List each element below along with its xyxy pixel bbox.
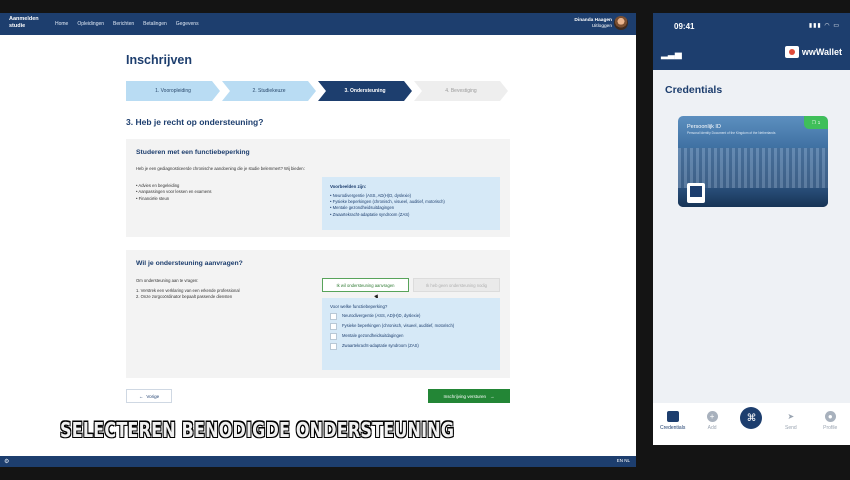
checkbox[interactable]	[330, 313, 337, 320]
section-title: 3. Heb je recht op ondersteuning?	[126, 117, 264, 127]
video-caption: SELECTEREN BENODIGDE ONDERSTEUNING	[60, 418, 455, 442]
list-item: • Financiële steun	[136, 195, 170, 201]
request-steps: 1. Verstrek een verklaring van een erken…	[136, 288, 316, 301]
step-bevestiging: 4. Bevestiging	[414, 81, 508, 101]
top-navigation-bar: Aanmelden studie Home Opleidingen Berich…	[0, 13, 636, 35]
wallet-icon	[666, 411, 679, 422]
wallet-header: 09:41 ▮▮▮ ◠ ▭ ▂▃▅ wwWallet	[653, 13, 850, 70]
option-label: Fysieke beperkingen (chronisch, visueel,…	[342, 323, 455, 328]
step-studiekeuze[interactable]: 2. Studiekeuze	[222, 81, 316, 101]
logout-link[interactable]: Uitloggen	[574, 24, 612, 30]
option-label: Neurodivergentie (ASS, AD(H)D, dyslexie)	[342, 313, 421, 318]
request-support-button[interactable]: Ik wil ondersteuning aanvragen	[322, 278, 409, 292]
app-name: wwWallet	[801, 47, 842, 57]
qr-scan-icon: ⌘	[740, 407, 763, 429]
credential-count-badge: ❐ 1	[804, 116, 828, 129]
send-icon: ➤	[787, 412, 795, 421]
passport-icon	[687, 183, 705, 203]
tab-credentials[interactable]: Credentials	[656, 411, 690, 431]
disability-info-card: Studeren met een functiebeperking Heb je…	[126, 139, 510, 237]
request-support-card: Wil je ondersteuning aanvragen? Om onder…	[126, 250, 510, 378]
badge-count: 1	[817, 120, 821, 125]
option-mentale-gezondheid[interactable]: Mentale gezondheidsuitdagingen	[330, 333, 492, 340]
phone-screen: 09:41 ▮▮▮ ◠ ▭ ▂▃▅ wwWallet Credentials P…	[653, 13, 850, 445]
tab-label: Add	[707, 425, 717, 431]
checkbox[interactable]	[330, 343, 337, 350]
question-label: Voor welke functiebeperking?	[330, 304, 388, 309]
card-intro: Heb je een gediagnosticeerde chronische …	[136, 166, 305, 171]
signal-icon: ▮▮▮	[808, 23, 822, 29]
tab-profile[interactable]: ● Profile	[813, 411, 847, 431]
nav-opleidingen[interactable]: Opleidingen	[77, 21, 104, 27]
browser-window: Aanmelden studie Home Opleidingen Berich…	[0, 13, 636, 467]
submit-enrollment-button[interactable]: Inschrijving versturen →	[428, 389, 510, 403]
page-title: Inschrijven	[126, 53, 192, 67]
checkbox[interactable]	[330, 333, 337, 340]
examples-title: Voorbeelden zijn:	[330, 184, 367, 189]
copies-icon: ❐	[811, 119, 816, 125]
tab-label: Profile	[823, 425, 838, 431]
profile-icon: ●	[824, 411, 836, 422]
card-building-image	[678, 148, 828, 188]
user-menu[interactable]: Dinanda Haagen Uitloggen	[574, 18, 612, 30]
progress-stepper: 1. Vooropleiding 2. Studiekeuze 3. Onder…	[126, 81, 510, 101]
nav-home[interactable]: Home	[55, 21, 68, 27]
option-zas[interactable]: Zwaartekracht-adaptatie syndroom (ZAS)	[330, 343, 492, 350]
checkbox[interactable]	[330, 323, 337, 330]
list-item: 2. Onze zorgcoördinator bepaalt passende…	[136, 294, 233, 300]
tab-label: Credentials	[660, 425, 686, 431]
previous-label: Vorige	[146, 393, 160, 399]
brand-logo-text[interactable]: Aanmelden studie	[9, 16, 49, 29]
credentials-title: Credentials	[665, 84, 723, 96]
gear-icon[interactable]: ⚙	[4, 458, 9, 465]
avatar[interactable]	[614, 16, 628, 30]
status-icons: ▮▮▮ ◠ ▭	[809, 22, 840, 29]
credential-subtitle: Personal Identity Document of the Kingdo…	[687, 131, 776, 135]
option-neurodivergentie[interactable]: Neurodivergentie (ASS, AD(H)D, dyslexie)	[330, 313, 492, 320]
tab-send[interactable]: ➤ Send	[774, 411, 808, 431]
nav-betalingen[interactable]: Betalingen	[143, 21, 167, 27]
signal-bars-icon: ▂▃▅	[661, 49, 682, 59]
wifi-icon: ◠	[824, 23, 831, 29]
card-title: Wil je ondersteuning aanvragen?	[136, 260, 243, 267]
arrow-right-icon: →	[490, 393, 495, 399]
tab-label: Send	[785, 425, 797, 431]
list-item: • Zwaartekracht-adaptatie syndroom (ZAS)	[330, 211, 410, 217]
no-support-button[interactable]: Ik heb geen ondersteuning nodig	[413, 278, 500, 292]
option-label: Mentale gezondheidsuitdagingen	[342, 333, 404, 338]
nav-gegevens[interactable]: Gegevens	[176, 21, 199, 27]
option-label: Zwaartekracht-adaptatie syndroom (ZAS)	[342, 343, 419, 348]
language-switcher[interactable]: EN NL	[617, 458, 630, 463]
arrow-left-icon: ←	[138, 393, 144, 399]
benefits-list: • Advies en begeleiding • Aanpassingen v…	[136, 183, 316, 202]
main-nav: Home Opleidingen Berichten Betalingen Ge…	[55, 21, 199, 27]
disability-type-panel: Voor welke functiebeperking? Neurodiverg…	[322, 298, 500, 370]
credential-card[interactable]: Persoonlijk ID Personal Identity Documen…	[678, 116, 828, 207]
step-vooropleiding[interactable]: 1. Vooropleiding	[126, 81, 220, 101]
examples-box: Voorbeelden zijn: • Neurodivergentie (AS…	[322, 177, 500, 230]
submit-label: Inschrijving versturen	[443, 393, 487, 399]
wallet-logo-icon	[784, 46, 799, 58]
nav-berichten[interactable]: Berichten	[113, 21, 134, 27]
previous-button[interactable]: ← Vorige	[126, 389, 172, 403]
status-time: 09:41	[674, 22, 695, 31]
battery-icon: ▭	[833, 23, 840, 29]
tab-scan[interactable]: ⌘	[734, 407, 768, 429]
app-logo: wwWallet	[784, 46, 842, 58]
plus-icon: +	[706, 411, 718, 422]
credential-name: Persoonlijk ID	[687, 124, 721, 130]
screen: Aanmelden studie Home Opleidingen Berich…	[0, 0, 850, 480]
tab-add[interactable]: + Add	[695, 411, 729, 431]
card-title: Studeren met een functiebeperking	[136, 149, 250, 156]
option-fysieke-beperkingen[interactable]: Fysieke beperkingen (chronisch, visueel,…	[330, 323, 492, 330]
card-intro: Om ondersteuning aan te vragen:	[136, 278, 199, 283]
step-ondersteuning: 3. Ondersteuning	[318, 81, 412, 101]
bottom-bar: ⚙ EN NL	[0, 456, 636, 467]
bottom-tab-bar: Credentials + Add ⌘ ➤ Send ● Profile	[653, 403, 850, 445]
